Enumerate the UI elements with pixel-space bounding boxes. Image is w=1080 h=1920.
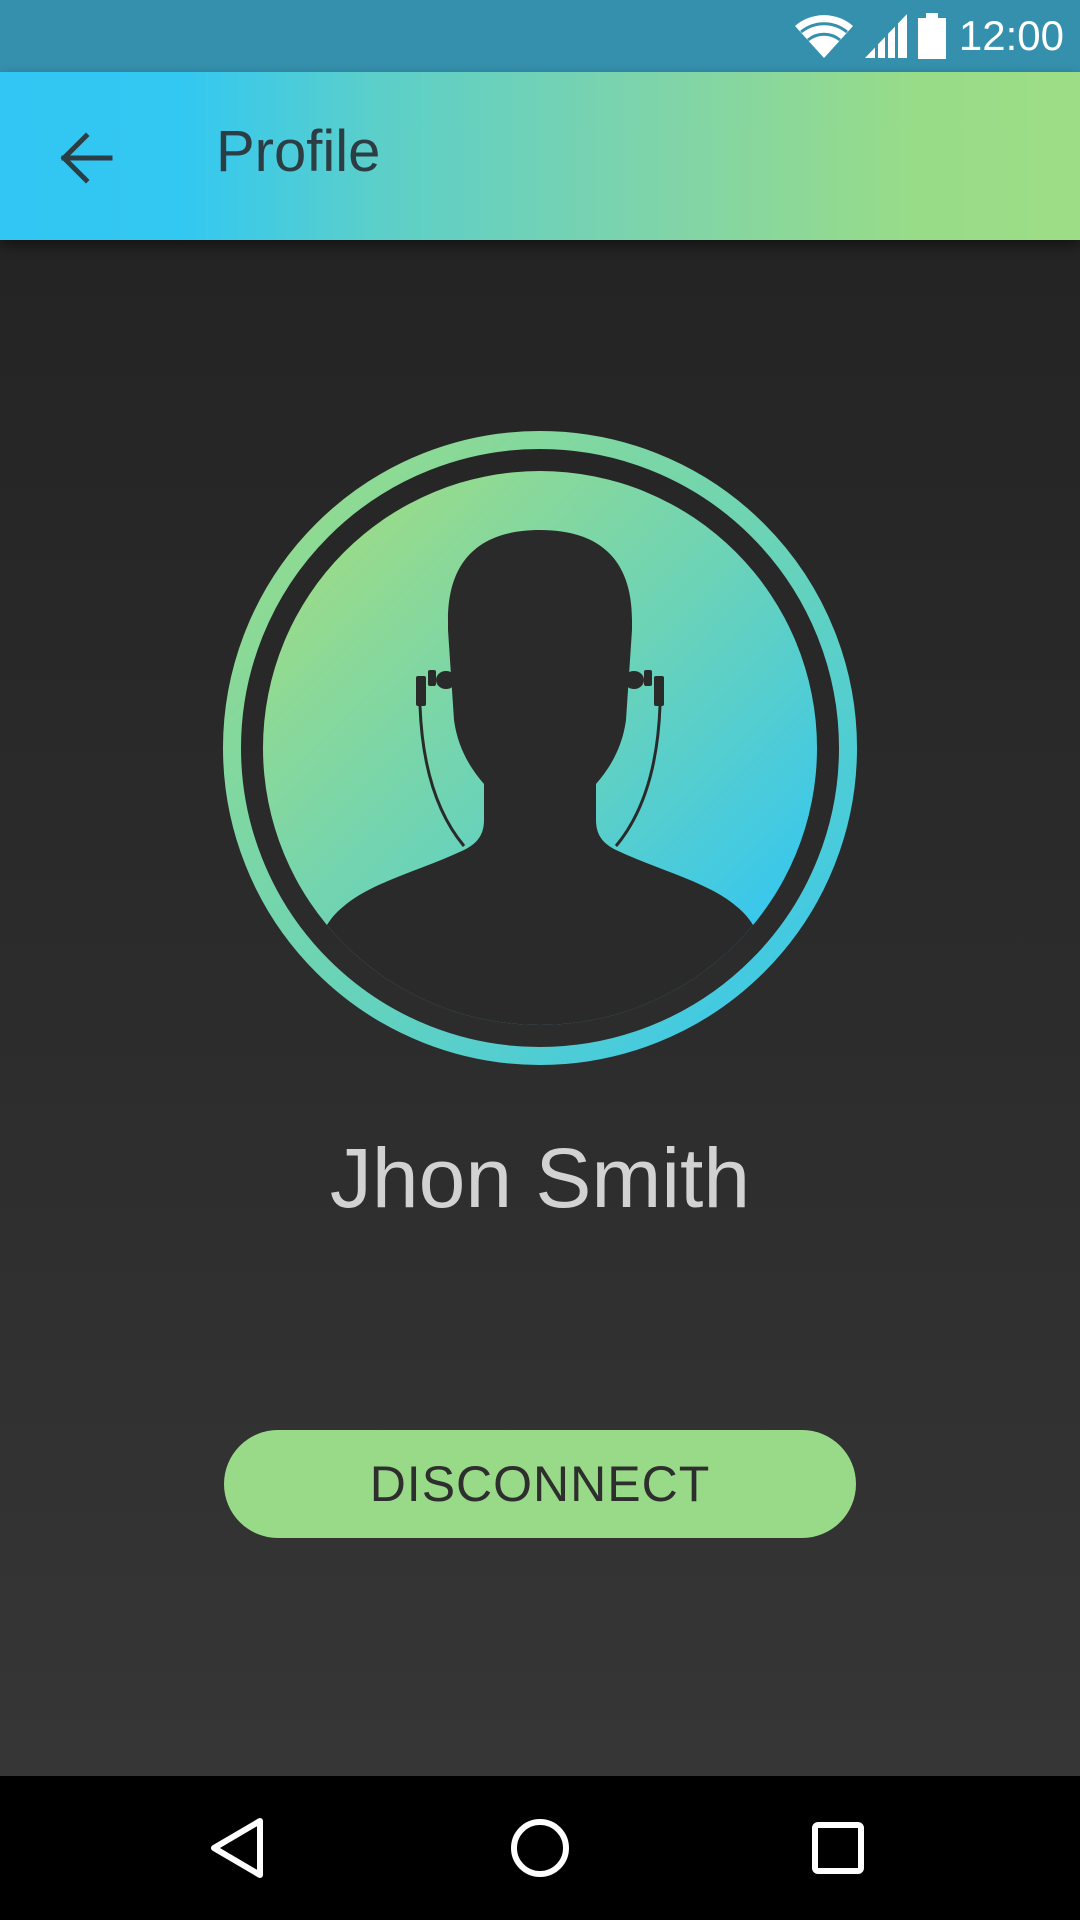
user-headphones-icon [223,431,857,1065]
battery-icon [917,13,947,59]
home-circle-icon [511,1819,569,1877]
nav-back-button[interactable] [188,1798,288,1898]
status-time: 12:00 [958,12,1064,59]
system-nav-bar [0,1776,1080,1920]
user-name: Jhon Smith [329,1131,751,1225]
arrow-back-icon [60,132,113,184]
back-triangle-icon [211,1818,263,1878]
disconnect-button[interactable]: DISCONNECT [224,1430,856,1538]
app-bar: Profile [0,72,1080,240]
back-button[interactable] [44,116,128,200]
avatar [222,430,858,1066]
profile-content: Jhon Smith DISCONNECT [0,240,1080,1776]
nav-recents-button[interactable] [788,1798,888,1898]
nav-home-button[interactable] [490,1798,590,1898]
page-title: Profile [216,119,381,184]
recents-square-icon [812,1822,864,1874]
status-bar: 12:00 [0,0,1080,72]
cell-signal-icon [863,12,909,60]
wifi-icon [793,12,855,60]
